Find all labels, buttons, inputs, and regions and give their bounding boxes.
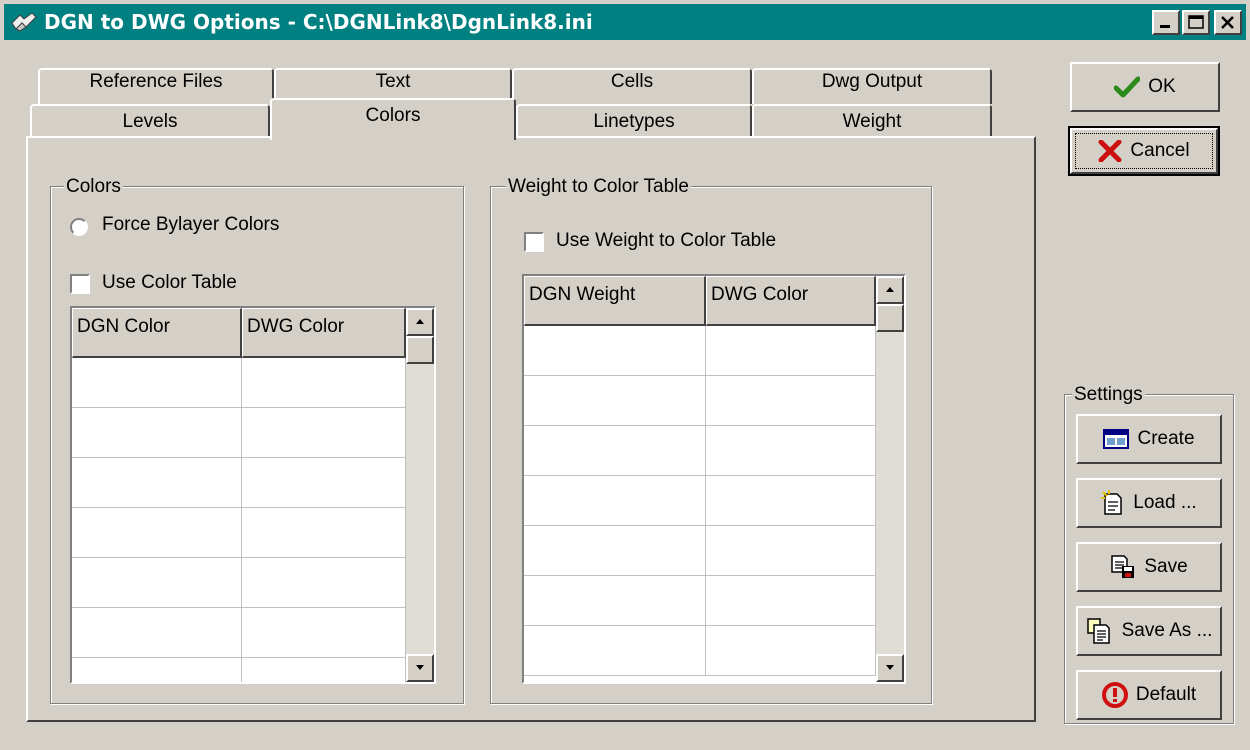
document-stack-icon	[1086, 618, 1110, 644]
red-x-icon	[1098, 140, 1122, 162]
minimize-icon	[1160, 25, 1170, 28]
tab-label: Text	[375, 71, 411, 92]
ok-button[interactable]: OK	[1070, 62, 1220, 112]
settings-group-title: Settings	[1072, 384, 1145, 406]
options-dialog: DGN to DWG Options - C:\DGNLink8\DgnLink…	[0, 0, 1250, 750]
close-icon	[1221, 16, 1234, 29]
table-row[interactable]	[524, 576, 876, 626]
table-row[interactable]	[524, 526, 876, 576]
colors-group-title: Colors	[64, 176, 123, 198]
tab-linetypes[interactable]: Linetypes	[516, 104, 752, 140]
close-button[interactable]	[1214, 10, 1242, 35]
tab-reference-files[interactable]: Reference Files	[38, 68, 274, 104]
window-form-icon	[1103, 429, 1130, 449]
green-checkmark-icon	[1114, 76, 1141, 98]
tab-label: Colors	[365, 105, 421, 126]
arrow-up-icon	[886, 287, 894, 292]
tab-weight[interactable]: Weight	[752, 104, 992, 140]
use-color-table-checkbox[interactable]	[70, 274, 90, 294]
maximize-icon	[1188, 15, 1204, 29]
tab-dwg-output[interactable]: Dwg Output	[752, 68, 992, 104]
arrow-down-icon	[886, 665, 894, 670]
tab-levels[interactable]: Levels	[30, 104, 270, 140]
document-sparkle-icon	[1101, 490, 1123, 515]
tab-label: Levels	[122, 111, 178, 132]
use-weight-table-label: Use Weight to Color Table	[556, 230, 777, 251]
save-as-label: Save As ...	[1121, 620, 1213, 641]
scroll-thumb[interactable]	[876, 304, 904, 332]
column-header-dwg-color[interactable]: DWG Color	[242, 308, 406, 358]
arrow-down-icon	[416, 665, 424, 670]
tab-label: Cells	[610, 71, 654, 92]
table-row[interactable]	[524, 626, 876, 676]
table-row[interactable]	[524, 376, 876, 426]
table-row[interactable]	[72, 358, 406, 408]
maximize-button[interactable]	[1182, 10, 1210, 35]
save-as-button[interactable]: Save As ...	[1076, 606, 1222, 656]
force-bylayer-radio[interactable]	[70, 218, 88, 236]
force-bylayer-label: Force Bylayer Colors	[102, 214, 280, 235]
column-header-dgn-weight[interactable]: DGN Weight	[524, 276, 706, 326]
scroll-down-button[interactable]	[876, 654, 904, 682]
load-button[interactable]: Load ...	[1076, 478, 1222, 528]
table-row[interactable]	[72, 558, 406, 608]
tab-label: Weight	[842, 111, 902, 132]
table-row[interactable]	[524, 326, 876, 376]
table-row[interactable]	[72, 508, 406, 558]
tab-cells[interactable]: Cells	[512, 68, 752, 104]
document-disk-icon	[1111, 555, 1135, 578]
create-label: Create	[1137, 428, 1195, 449]
scroll-thumb[interactable]	[406, 336, 434, 364]
weight-table-grid[interactable]: DGN Weight DWG Color	[522, 274, 906, 684]
table-row[interactable]	[72, 658, 406, 682]
scroll-down-button[interactable]	[406, 654, 434, 682]
tab-label: Reference Files	[89, 71, 223, 92]
scroll-up-button[interactable]	[406, 308, 434, 336]
tab-label: Linetypes	[593, 111, 675, 132]
color-table-grid[interactable]: DGN Color DWG Color	[70, 306, 436, 684]
color-table-header: DGN Color DWG Color	[72, 308, 406, 358]
table-row[interactable]	[524, 426, 876, 476]
default-button[interactable]: Default	[1076, 670, 1222, 720]
cancel-label: Cancel	[1130, 140, 1190, 161]
color-table-scrollbar[interactable]	[406, 308, 434, 682]
weight-table-scrollbar[interactable]	[876, 276, 904, 682]
arrow-up-icon	[416, 319, 424, 324]
use-weight-table-checkbox[interactable]	[524, 232, 544, 252]
default-label: Default	[1135, 684, 1197, 705]
cancel-button[interactable]: Cancel	[1068, 126, 1220, 176]
save-button[interactable]: Save	[1076, 542, 1222, 592]
tab-label: Dwg Output	[821, 71, 923, 92]
window-title: DGN to DWG Options - C:\DGNLink8\DgnLink…	[44, 10, 593, 34]
column-header-dwg-color[interactable]: DWG Color	[706, 276, 876, 326]
use-color-table-label: Use Color Table	[102, 272, 237, 293]
load-label: Load ...	[1133, 492, 1197, 513]
title-bar[interactable]: DGN to DWG Options - C:\DGNLink8\DgnLink…	[4, 4, 1246, 40]
minimize-button[interactable]	[1152, 10, 1180, 35]
table-row[interactable]	[72, 608, 406, 658]
dgnlink-app-icon	[11, 12, 37, 32]
weight-table-header: DGN Weight DWG Color	[524, 276, 876, 326]
scroll-up-button[interactable]	[876, 276, 904, 304]
save-label: Save	[1144, 556, 1188, 577]
red-circle-exclamation-icon	[1101, 682, 1128, 708]
table-row[interactable]	[524, 476, 876, 526]
column-header-dgn-color[interactable]: DGN Color	[72, 308, 242, 358]
create-button[interactable]: Create	[1076, 414, 1222, 464]
tab-colors[interactable]: Colors	[270, 98, 516, 140]
table-row[interactable]	[72, 458, 406, 508]
table-row[interactable]	[72, 408, 406, 458]
ok-label: OK	[1148, 76, 1176, 97]
weight-group-title: Weight to Color Table	[506, 176, 691, 198]
